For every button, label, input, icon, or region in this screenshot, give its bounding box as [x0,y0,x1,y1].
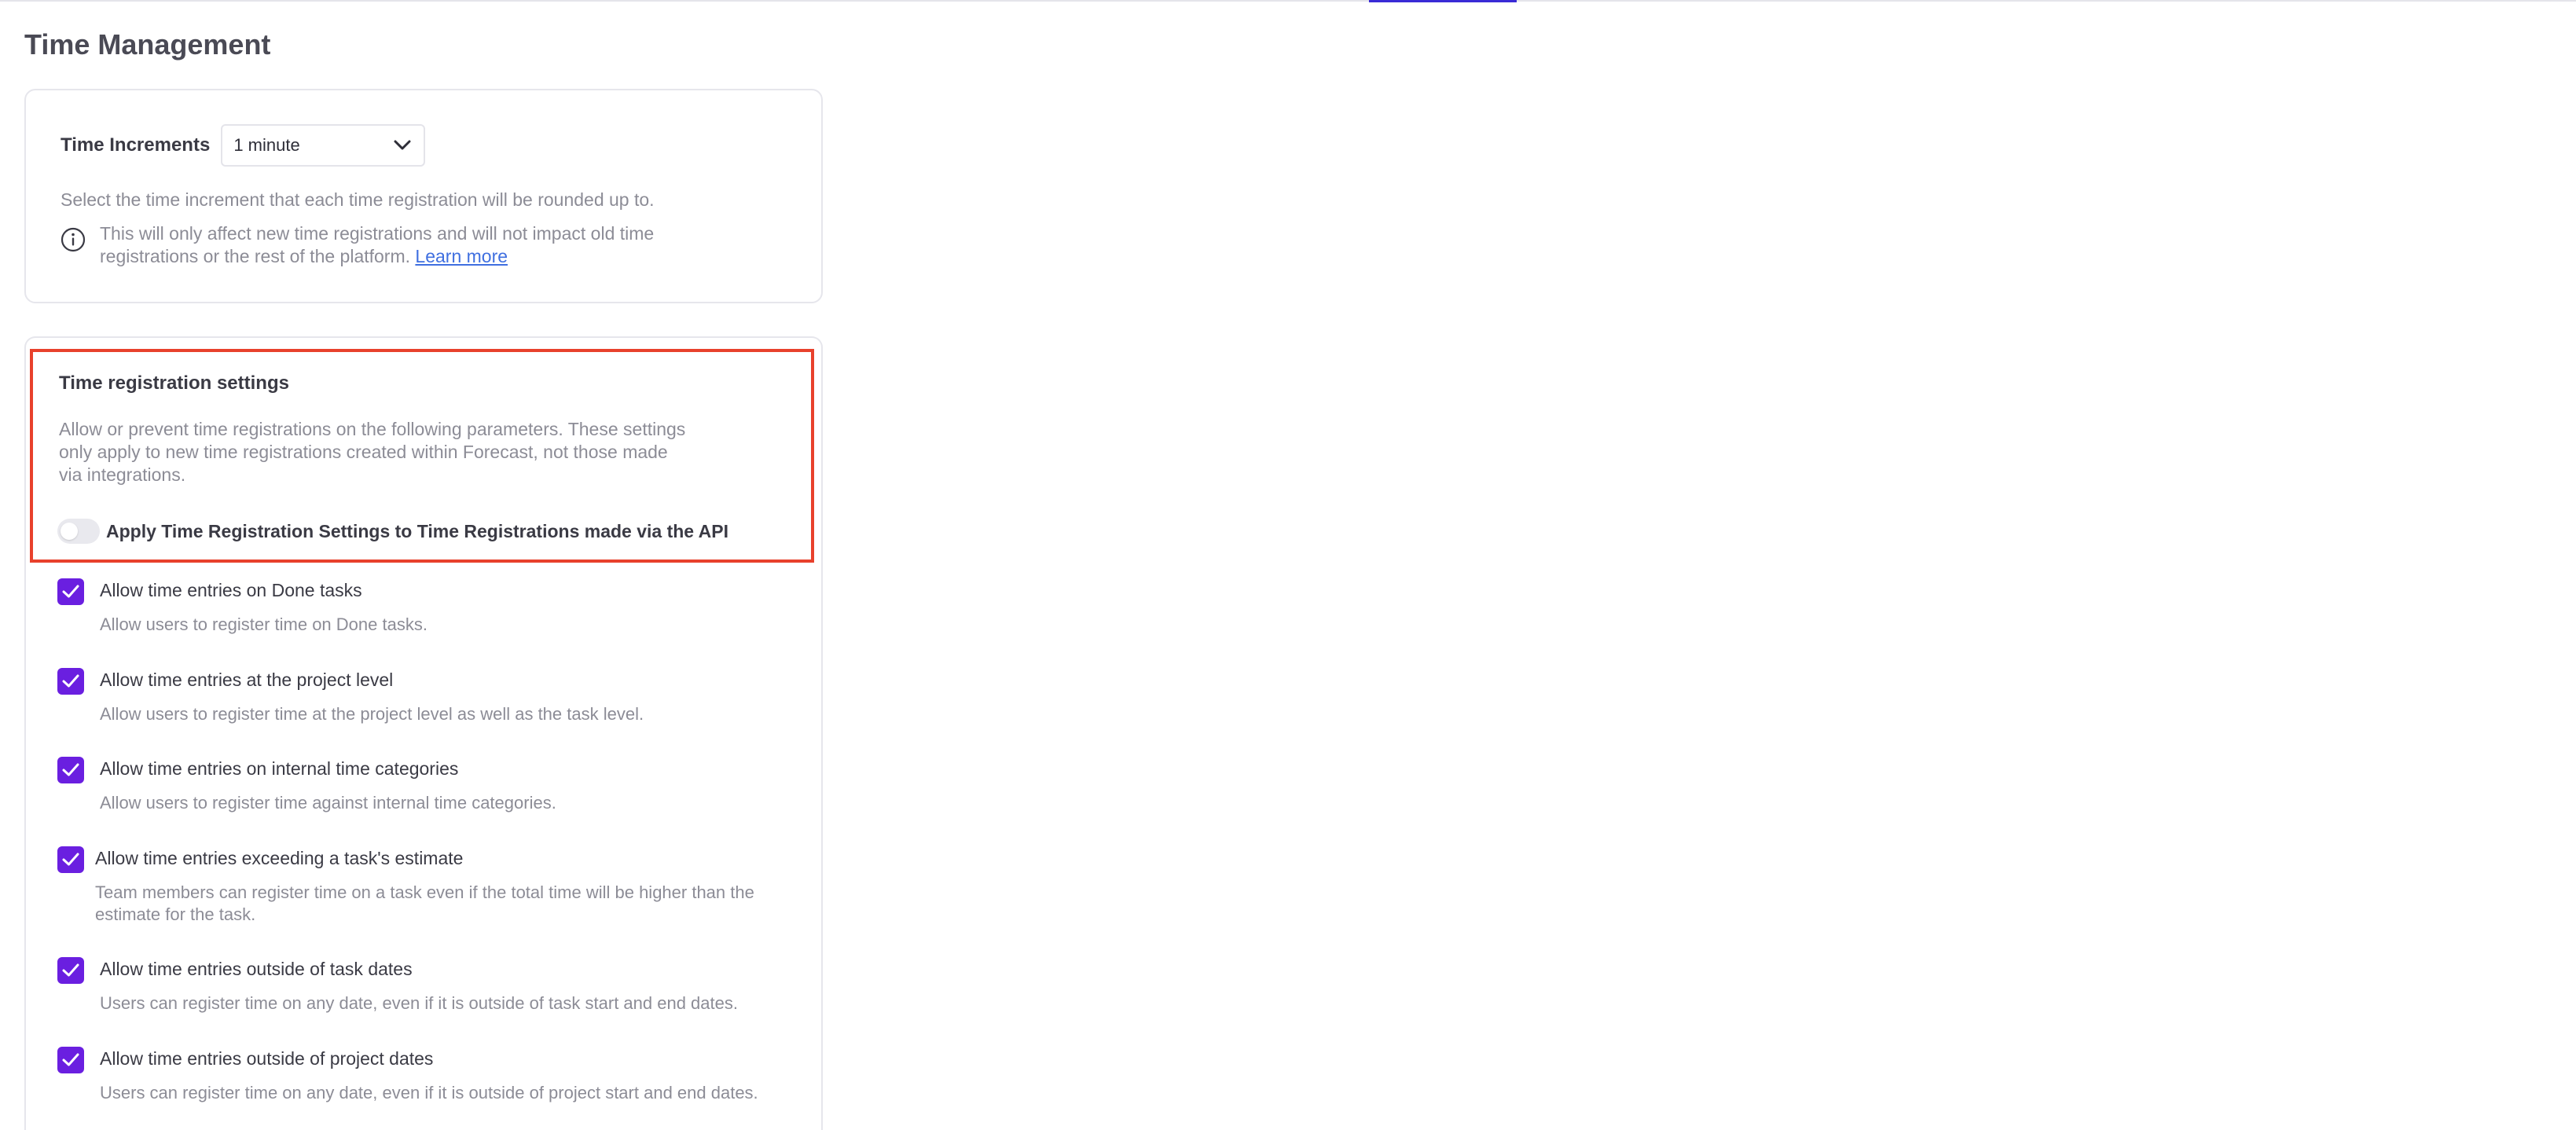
option-title: Allow time entries outside of project da… [100,1048,434,1069]
info-text-body: This will only affect new time registrat… [100,223,655,266]
section-description: Allow or prevent time registrations on t… [59,419,686,485]
api-toggle-switch[interactable] [57,519,100,544]
section-title: Time registration settings [59,372,289,394]
chevron-down-icon [392,135,413,156]
option-title: Allow time entries at the project level [100,670,394,690]
checkbox-outside-project-dates[interactable] [57,1047,84,1073]
checkmark-icon [62,853,79,866]
checkbox-exceeding-estimate[interactable] [57,846,84,873]
api-toggle-row: Apply Time Registration Settings to Time… [57,519,728,544]
option-title: Allow time entries outside of task dates [100,959,413,979]
checkbox-internal-categories[interactable] [57,757,84,783]
option-title: Allow time entries exceeding a task's es… [95,848,464,868]
option-outside-task-dates: Allow time entries outside of task dates… [57,957,738,1014]
option-title: Allow time entries on internal time cate… [100,758,459,779]
toggle-knob [61,523,78,540]
option-description: Allow users to register time on Done tas… [100,615,427,634]
option-done-tasks: Allow time entries on Done tasks Allow u… [57,578,427,636]
checkmark-icon [62,585,79,598]
page-title: Time Management [24,28,271,61]
checkmark-icon [62,763,79,776]
option-description: Allow users to register time at the proj… [100,704,644,724]
option-outside-project-dates: Allow time entries outside of project da… [57,1047,758,1104]
info-circle-icon [61,227,87,254]
learn-more-link[interactable]: Learn more [415,246,508,266]
top-divider [0,0,2576,2]
time-increments-card: Time Increments 1 minute Select the time… [24,89,823,303]
option-project-level: Allow time entries at the project level … [57,668,644,725]
info-note: This will only affect new time registrat… [61,222,744,268]
time-increments-label: Time Increments [61,134,211,156]
checkbox-project-level[interactable] [57,668,84,695]
time-increments-value: 1 minute [233,135,300,155]
option-description: Users can register time on any date, eve… [100,993,738,1013]
option-description: Allow users to register time against int… [100,793,556,813]
checkbox-outside-task-dates[interactable] [57,957,84,984]
checkmark-icon [62,963,79,977]
active-tab-indicator [1369,0,1517,2]
checkbox-done-tasks[interactable] [57,578,84,605]
time-increments-select[interactable]: 1 minute [221,124,426,167]
option-description: Team members can register time on a task… [95,882,754,924]
option-description: Users can register time on any date, eve… [100,1083,758,1102]
option-internal-categories: Allow time entries on internal time cate… [57,757,556,814]
info-text: This will only affect new time registrat… [100,222,744,268]
checkmark-icon [62,674,79,688]
option-title: Allow time entries on Done tasks [100,580,362,600]
time-increments-row: Time Increments 1 minute [61,124,426,167]
option-exceeding-estimate: Allow time entries exceeding a task's es… [57,846,802,926]
time-increments-description: Select the time increment that each time… [61,189,655,210]
api-toggle-label: Apply Time Registration Settings to Time… [106,520,728,541]
checkmark-icon [62,1053,79,1066]
